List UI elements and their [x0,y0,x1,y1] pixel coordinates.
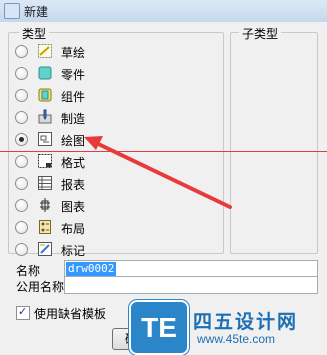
annotation-arrow-icon [84,136,232,209]
watermark-title: 四五设计网 [193,311,299,333]
watermark-badge: TE [129,300,189,355]
watermark-logo: TE 四五设计网 www.45te.com [129,300,327,355]
watermark-url: www.45te.com [197,332,276,346]
